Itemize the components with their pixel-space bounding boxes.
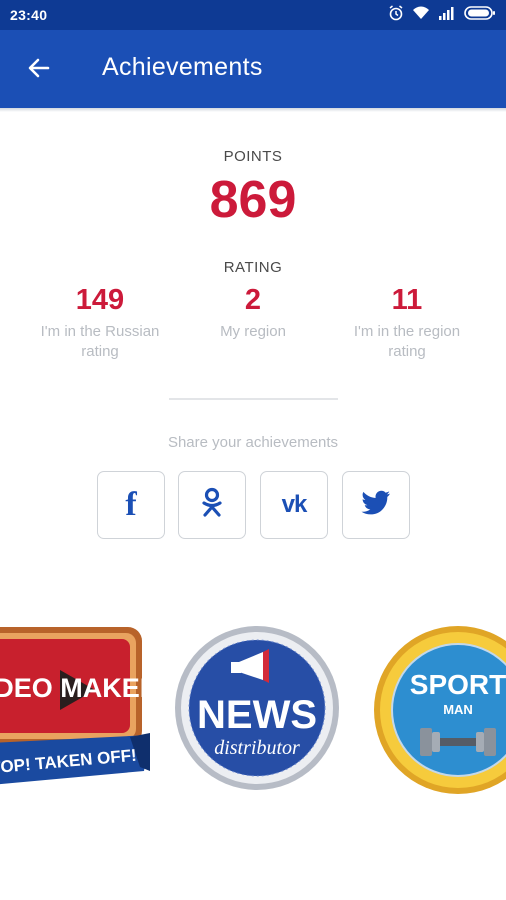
share-facebook-button[interactable]: f [97, 471, 165, 539]
rating-russia-description: I'm in the Russian rating [20, 322, 180, 362]
divider [169, 398, 338, 400]
twitter-icon [361, 490, 391, 521]
rating-region-desc-line1: My region [220, 323, 286, 340]
rating-russia-desc-line2: rating [81, 343, 119, 360]
badge-news-distributor[interactable]: NEWS distributor [173, 624, 341, 792]
badge-sport-title: SPORT [410, 669, 506, 700]
app-bar: Achievements [0, 30, 506, 108]
share-odnoklassniki-button[interactable] [178, 471, 246, 539]
battery-icon [464, 5, 496, 24]
back-button[interactable] [22, 53, 56, 87]
arrow-left-icon [27, 56, 51, 85]
badge-news-subtitle: distributor [214, 737, 300, 759]
facebook-icon: f [125, 486, 137, 523]
badge-sport-man[interactable]: SPORT MAN [372, 624, 506, 800]
rating-russia-value: 149 [75, 284, 125, 316]
rating-region-value: 2 [244, 284, 262, 316]
share-twitter-button[interactable] [342, 471, 410, 539]
rating-in-region-value: 11 [391, 284, 423, 316]
rating-region: 2 My region [173, 283, 333, 342]
appbar-shadow [0, 108, 506, 112]
points-label: POINTS [223, 148, 283, 165]
rating-in-region-desc-line1: I'm in the region [353, 323, 461, 340]
rating-label: RATING [223, 259, 283, 276]
vk-icon: vk [281, 491, 308, 518]
badge-video-maker[interactable]: VIDEO MAKER TOP! TAKEN OFF! [0, 625, 160, 805]
odnoklassniki-icon [199, 487, 225, 524]
rating-in-region-desc-line2: rating [388, 343, 426, 360]
rating-in-region: 11 I'm in the region rating [327, 283, 487, 362]
alarm-icon [388, 5, 404, 24]
wifi-icon [412, 6, 430, 23]
rating-russia: 149 I'm in the Russian rating [20, 283, 180, 362]
badge-video-maker-title: VIDEO MAKER [0, 673, 150, 703]
share-label: Share your achievements [167, 434, 339, 451]
rating-region-description: My region [173, 322, 333, 342]
badge-news-title: NEWS [197, 693, 317, 737]
rating-in-region-description: I'm in the region rating [327, 322, 487, 362]
status-bar: 23:40 [0, 0, 506, 30]
page-title: Achievements [102, 53, 263, 81]
share-vk-button[interactable]: vk [260, 471, 328, 539]
signal-icon [438, 6, 456, 23]
points-value: 869 [209, 171, 297, 229]
status-time: 23:40 [10, 7, 48, 23]
badge-sport-subtitle: MAN [443, 702, 473, 717]
rating-russia-desc-line1: I'm in the Russian [40, 323, 160, 340]
